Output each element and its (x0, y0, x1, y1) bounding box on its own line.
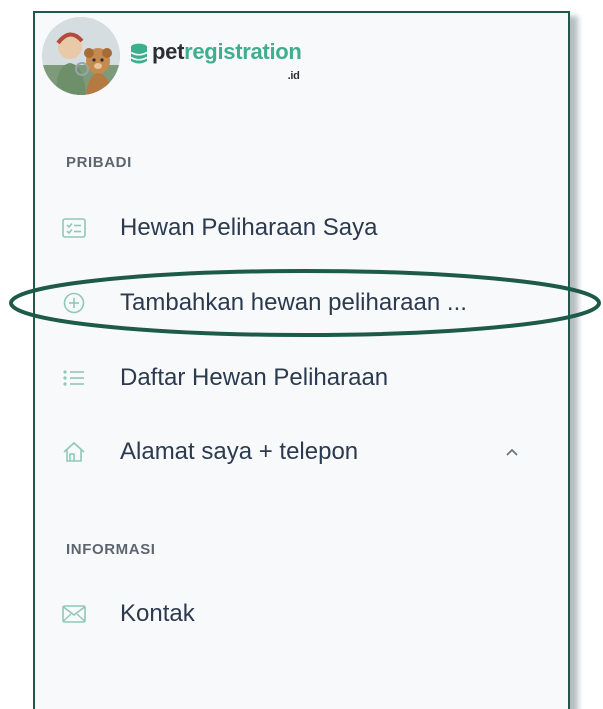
menu-item-contact[interactable]: Kontak (58, 592, 528, 636)
brand-logo: petregistration .id (130, 39, 302, 82)
screenshot-stage: petregistration .id PRIBADI Hewan Peliha… (0, 0, 603, 709)
logo-database-icon (130, 43, 148, 64)
menu-label-pet-list: Daftar Hewan Peliharaan (120, 364, 389, 391)
section-title-personal: PRIBADI (66, 154, 132, 171)
house-icon (60, 438, 88, 466)
section-title-info: INFORMASI (66, 541, 156, 558)
brand-tld: .id (287, 70, 300, 82)
chevron-up-icon[interactable] (503, 443, 521, 461)
list-icon (60, 364, 88, 392)
avatar (42, 17, 120, 95)
menu-label-address: Alamat saya + telepon (120, 438, 359, 465)
plus-circle-icon (60, 289, 88, 317)
envelope-icon (60, 600, 88, 628)
brand-wordmark: petregistration .id (152, 39, 302, 82)
menu-item-pet-list[interactable]: Daftar Hewan Peliharaan (58, 356, 528, 400)
menu-item-address[interactable]: Alamat saya + telepon (58, 430, 528, 474)
menu-item-my-pets[interactable]: Hewan Peliharaan Saya (58, 206, 528, 250)
checklist-icon (60, 214, 88, 242)
menu-item-add-pet[interactable]: Tambahkan hewan peliharaan ... (58, 281, 528, 325)
brand-header[interactable]: petregistration .id (42, 17, 342, 97)
brand-word-registration: registration (184, 39, 302, 64)
brand-word-pet: pet (152, 39, 185, 64)
menu-label-contact: Kontak (120, 600, 195, 627)
menu-label-my-pets: Hewan Peliharaan Saya (120, 214, 378, 241)
menu-label-add-pet: Tambahkan hewan peliharaan ... (120, 289, 467, 316)
